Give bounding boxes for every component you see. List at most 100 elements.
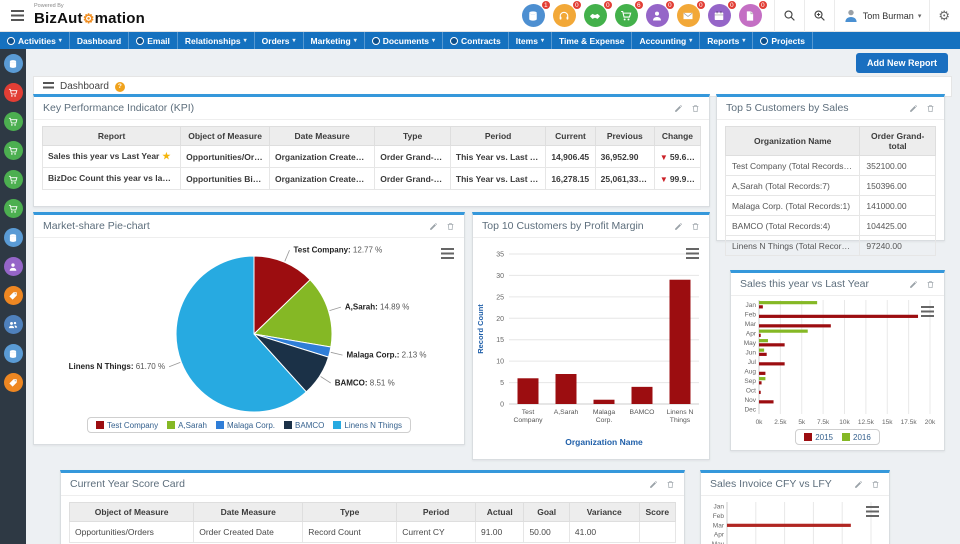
nav-item[interactable]: Orders ▾ [255, 32, 304, 49]
menu-icon[interactable] [43, 82, 54, 91]
svg-text:10k: 10k [839, 419, 850, 426]
delete-trash-icon[interactable] [446, 222, 455, 231]
hbar-chart: 0k2.5k5k7.5k10k12.5k15k17.5k20kJanFebMar… [731, 296, 944, 428]
svg-text:Jul: Jul [748, 359, 757, 366]
chart-menu-icon[interactable] [921, 304, 934, 322]
sidebar-shortcut[interactable] [4, 315, 23, 334]
hbar-chart: JanFebMarAprMayJunJulAugSepOctNovDec [701, 496, 889, 544]
notification-icon[interactable]: 0 [646, 4, 669, 27]
svg-text:30: 30 [496, 273, 504, 280]
notification-badge: 0 [603, 0, 613, 10]
legend-item[interactable]: 2016 [842, 433, 871, 442]
sidebar-shortcut[interactable] [4, 141, 23, 160]
nav-item[interactable]: Dashboard [70, 32, 129, 49]
legend-item[interactable]: Test Company [96, 421, 158, 430]
nav-item[interactable]: Items ▾ [509, 32, 552, 49]
column-header: Goal [524, 503, 569, 522]
edit-pencil-icon[interactable] [854, 480, 863, 489]
chevron-down-icon: ▾ [541, 37, 544, 44]
legend-item[interactable]: 2015 [804, 433, 833, 442]
sidebar-shortcut[interactable] [4, 257, 23, 276]
legend-item[interactable]: Linens N Things [333, 421, 402, 430]
svg-text:20k: 20k [925, 419, 936, 426]
column-header: Organization Name [726, 127, 860, 156]
sidebar-shortcut[interactable] [4, 373, 23, 392]
chevron-down-icon: ▾ [244, 37, 247, 44]
delete-trash-icon[interactable] [691, 104, 700, 113]
sidebar-shortcut[interactable] [4, 170, 23, 189]
kpi-row: BizDoc Count this year vs last year★ Opp… [43, 168, 701, 190]
sidebar-shortcut[interactable] [4, 286, 23, 305]
menu-icon[interactable] [11, 10, 24, 21]
nav-item[interactable]: Marketing ▾ [304, 32, 365, 49]
edit-pencil-icon[interactable] [909, 104, 918, 113]
nav-item[interactable]: Projects [753, 32, 813, 49]
sidebar-shortcut[interactable] [4, 54, 23, 73]
delete-trash-icon[interactable] [691, 222, 700, 231]
down-arrow-icon: ▼ [660, 175, 668, 184]
chart-menu-icon[interactable] [866, 504, 879, 522]
chart-menu-icon[interactable] [441, 246, 454, 264]
notification-icon[interactable]: 0 [739, 4, 762, 27]
nav-item[interactable]: Relationships ▾ [178, 32, 255, 49]
notification-badge: 6 [634, 0, 644, 10]
nav-item[interactable]: Accounting ▾ [632, 32, 700, 49]
notification-icon[interactable]: 0 [584, 4, 607, 27]
column-header: Period [397, 503, 476, 522]
add-new-report-button[interactable]: Add New Report [856, 53, 948, 73]
notification-icon[interactable]: 0 [708, 4, 731, 27]
nav-item[interactable]: Time & Expense [552, 32, 633, 49]
edit-pencil-icon[interactable] [649, 480, 658, 489]
notification-icons: 1 0 0 6 0 0 0 0 [522, 4, 762, 27]
column-header: Date Measure [194, 503, 303, 522]
pie-legend: Test Company A,Sarah Malaga Corp. BAMCO Line… [34, 417, 464, 433]
sidebar-shortcut[interactable] [4, 344, 23, 363]
svg-text:Jan: Jan [746, 302, 757, 309]
divider [804, 0, 805, 32]
edit-pencil-icon[interactable] [674, 104, 683, 113]
chevron-down-icon: ▾ [689, 37, 692, 44]
sidebar-shortcut[interactable] [4, 83, 23, 102]
divider [774, 0, 775, 32]
user-menu[interactable]: Tom Burman ▾ [843, 8, 922, 24]
sidebar-shortcut[interactable] [4, 112, 23, 131]
legend-item[interactable]: BAMCO [284, 421, 324, 430]
advanced-search-icon[interactable] [813, 9, 826, 22]
search-icon[interactable] [783, 9, 796, 22]
legend-item[interactable]: Malaga Corp. [216, 421, 275, 430]
market-share-pie-panel: Market-share Pie-chart Test Company: 12.… [33, 212, 465, 445]
sidebar-shortcut[interactable] [4, 228, 23, 247]
notification-icon[interactable]: 0 [553, 4, 576, 27]
svg-text:Sep: Sep [744, 378, 756, 385]
nav-item[interactable]: Reports ▾ [700, 32, 753, 49]
chevron-down-icon: ▾ [918, 12, 922, 20]
notification-icon[interactable]: 6 [615, 4, 638, 27]
nav-item[interactable]: Email [129, 32, 178, 49]
delete-trash-icon[interactable] [926, 104, 935, 113]
notification-icon[interactable]: 0 [677, 4, 700, 27]
chart-menu-icon[interactable] [686, 246, 699, 264]
notification-icon[interactable]: 1 [522, 4, 545, 27]
svg-text:17.5k: 17.5k [901, 419, 918, 426]
sidebar-shortcut[interactable] [4, 199, 23, 218]
chevron-down-icon: ▾ [354, 37, 357, 44]
svg-text:Apr: Apr [714, 532, 725, 539]
delete-trash-icon[interactable] [926, 280, 935, 289]
settings-gear-icon[interactable]: ⚙ [938, 8, 950, 24]
avatar [843, 8, 859, 24]
svg-text:Dec: Dec [744, 406, 756, 413]
divider [929, 0, 930, 32]
edit-pencil-icon[interactable] [674, 222, 683, 231]
delete-trash-icon[interactable] [666, 480, 675, 489]
help-badge[interactable]: ? [115, 82, 125, 92]
nav-item[interactable]: Documents ▾ [365, 32, 443, 49]
bar-chart: 05101520253035TestCompanyA,SarahMalagaCo… [473, 238, 709, 450]
delete-trash-icon[interactable] [871, 480, 880, 489]
nav-item[interactable]: Activities ▾ [0, 32, 70, 49]
nav-item[interactable]: Contracts [443, 32, 509, 49]
edit-pencil-icon[interactable] [909, 280, 918, 289]
edit-pencil-icon[interactable] [429, 222, 438, 231]
legend-item[interactable]: A,Sarah [167, 421, 207, 430]
star-icon[interactable]: ★ [162, 151, 170, 161]
column-header: Actual [475, 503, 523, 522]
